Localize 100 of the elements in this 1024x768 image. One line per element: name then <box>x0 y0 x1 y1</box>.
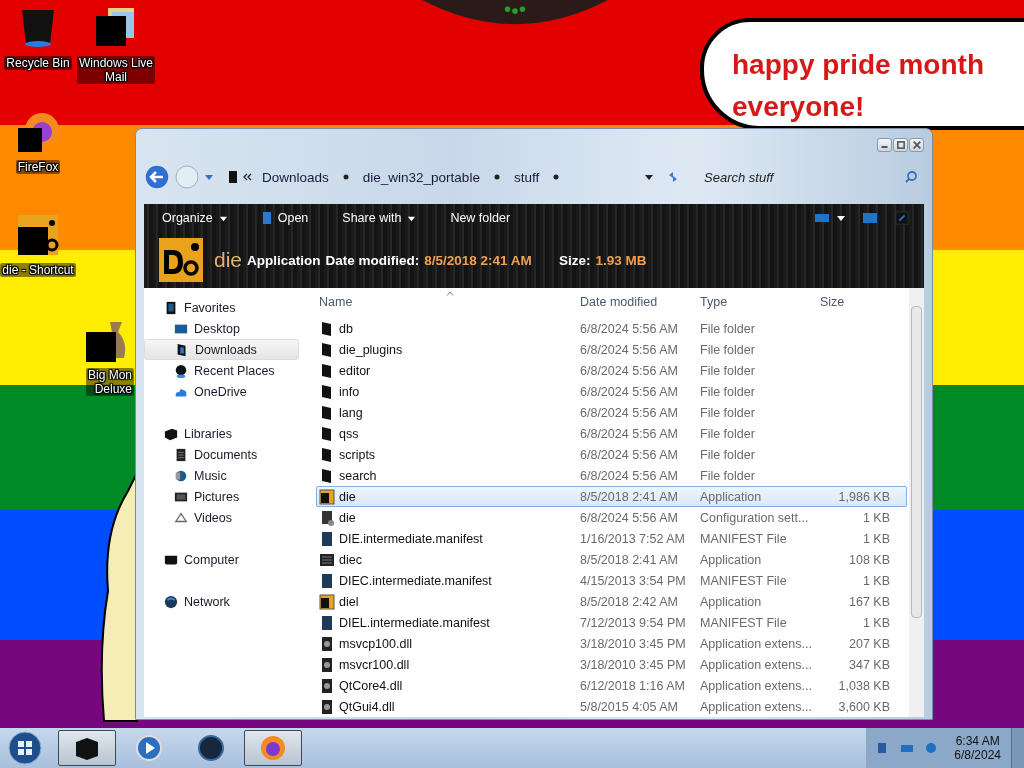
file-name: lang <box>339 405 364 420</box>
toolbar-button[interactable]: Share with <box>334 206 425 230</box>
close-button[interactable] <box>909 138 924 152</box>
icon-label[interactable]: Recycle Bin <box>4 56 72 70</box>
nav-item[interactable]: Computer <box>144 549 299 570</box>
toolbar-button[interactable]: New folder <box>442 206 519 230</box>
file-row[interactable]: msvcr100.dll 3/18/2010 3:45 PM Application extens... 347 KB <box>316 654 907 675</box>
help-icon[interactable] <box>894 211 910 225</box>
recent-icon <box>174 363 188 378</box>
column-header[interactable]: Name <box>319 294 580 309</box>
file-row[interactable]: msvcp100.dll 3/18/2010 3:45 PM Application extens... 207 KB <box>316 633 907 654</box>
file-name: scripts <box>339 447 377 462</box>
search-field[interactable]: Search stuff <box>702 168 904 186</box>
date-cell-text: 6/8/2024 5:56 AM <box>580 321 679 336</box>
die-logo-icon[interactable] <box>16 213 60 257</box>
file-row[interactable]: QtCore4.dll 6/12/2018 1:16 AM Application extens... 1,038 KB <box>316 675 907 696</box>
column-header[interactable]: Type <box>700 294 820 309</box>
preview-pane-icon[interactable] <box>862 211 878 225</box>
column-header[interactable]: Size <box>820 294 890 309</box>
maximize-button[interactable] <box>893 138 908 152</box>
date-cell-text: 6/8/2024 5:56 AM <box>580 363 679 378</box>
file-row[interactable]: diec 8/5/2018 2:41 AM Application 108 KB <box>316 549 907 570</box>
type-cell-text: MANIFEST File <box>700 573 788 588</box>
nav-item[interactable]: Libraries <box>144 423 299 444</box>
nav-item[interactable]: Videos <box>144 507 299 528</box>
start-button[interactable] <box>8 731 42 765</box>
file-name: DIEC.intermediate.manifest <box>339 573 493 588</box>
firefox-icon[interactable] <box>16 110 60 154</box>
file-row[interactable]: scripts 6/8/2024 5:56 AM File folder <box>316 444 907 465</box>
file-name: DIEL.intermediate.manifest <box>339 615 491 630</box>
file-row[interactable]: info 6/8/2024 5:56 AM File folder <box>316 381 907 402</box>
die-logo-icon <box>159 238 203 282</box>
date-cell-text: 6/8/2024 5:56 AM <box>580 384 679 399</box>
nav-item[interactable]: Documents <box>144 444 299 465</box>
file-row[interactable]: editor 6/8/2024 5:56 AM File folder <box>316 360 907 381</box>
type-cell-text: MANIFEST File <box>700 615 788 630</box>
nav-item[interactable]: Music <box>144 465 299 486</box>
scrollbar[interactable] <box>909 288 924 717</box>
icon-label[interactable]: Windows Live Mail <box>77 56 155 84</box>
firefox-icon <box>259 734 287 762</box>
nav-item[interactable]: OneDrive <box>144 381 299 402</box>
minimize-button[interactable] <box>877 138 892 152</box>
settings-file-icon <box>319 509 335 526</box>
view-icon[interactable] <box>814 211 830 225</box>
breadcrumb[interactable]: die_win32_portable <box>356 169 486 185</box>
taskbar-button[interactable] <box>58 730 116 766</box>
file-type: Application <box>247 252 321 268</box>
nav-item[interactable]: Desktop <box>144 318 299 339</box>
file-row[interactable]: lang 6/8/2024 5:56 AM File folder <box>316 402 907 423</box>
dll-file-icon <box>319 635 335 652</box>
date-cell-text: 8/5/2018 2:42 AM <box>580 594 679 609</box>
nav-item[interactable]: Downloads <box>144 339 299 360</box>
caret-icon[interactable] <box>836 213 846 223</box>
file-name: DIE.intermediate.manifest <box>339 531 484 546</box>
die-logo-icon <box>319 593 335 610</box>
nav-item[interactable]: Network <box>144 591 299 612</box>
date-cell-text: 3/18/2010 3:45 PM <box>580 657 687 672</box>
scroll-thumb[interactable] <box>911 306 922 618</box>
type-cell-text: File folder <box>700 321 756 336</box>
icon-label[interactable]: die - Shortcut <box>0 263 76 277</box>
toolbar-button[interactable]: Open <box>253 206 317 230</box>
clock[interactable]: 6:34 AM 6/8/2024 <box>954 734 1001 762</box>
library-icon <box>164 426 178 441</box>
file-row[interactable]: DIE.intermediate.manifest 1/16/2013 7:52 AM MANIFEST File 1 KB <box>316 528 907 549</box>
size-cell-text: 1 KB <box>861 573 890 588</box>
taskbar-button[interactable] <box>244 730 302 766</box>
size-cell-text: 1,986 KB <box>837 489 890 504</box>
toolbar-button[interactable]: Organize <box>154 206 236 230</box>
caret-icon[interactable] <box>644 172 654 182</box>
file-row[interactable]: DIEC.intermediate.manifest 4/15/2013 3:54 PM MANIFEST File 1 KB <box>316 570 907 591</box>
dll-file-icon <box>319 656 335 673</box>
bubble-text: happy pride month everyone! <box>732 48 985 124</box>
file-row[interactable]: die 6/8/2024 5:56 AM Configuration sett... 1 KB <box>316 507 907 528</box>
file-row[interactable]: qss 6/8/2024 5:56 AM File folder <box>316 423 907 444</box>
nav-item[interactable]: Recent Places <box>144 360 299 381</box>
nav-item[interactable]: Favorites <box>144 297 299 318</box>
date-cell-text: 7/12/2013 9:54 PM <box>580 615 687 630</box>
file-row[interactable]: QtGui4.dll 5/8/2015 4:05 AM Application extens... 3,600 KB <box>316 696 907 717</box>
search-icon[interactable] <box>904 170 918 184</box>
document-icon <box>319 572 335 589</box>
breadcrumb[interactable]: stuff <box>507 169 546 185</box>
back-button[interactable] <box>144 164 170 190</box>
file-row[interactable]: die_plugins 6/8/2024 5:56 AM File folder <box>316 339 907 360</box>
file-row[interactable]: diel 8/5/2018 2:42 AM Application 167 KB <box>316 591 907 612</box>
file-row[interactable]: die 8/5/2018 2:41 AM Application 1,986 KB <box>316 486 907 507</box>
file-name: die_plugins <box>339 342 404 357</box>
file-name: diec <box>339 552 363 567</box>
icon-label[interactable]: Big Mon Deluxe <box>85 368 134 396</box>
file-row[interactable]: DIEL.intermediate.manifest 7/12/2013 9:54 PM MANIFEST File 1 KB <box>316 612 907 633</box>
file-row[interactable]: db 6/8/2024 5:56 AM File folder <box>316 318 907 339</box>
nav-item[interactable]: Pictures <box>144 486 299 507</box>
clock-time: 6:34 AM <box>955 734 1000 748</box>
overflow-chevron-icon[interactable] <box>242 172 252 182</box>
file-row[interactable]: search 6/8/2024 5:56 AM File folder <box>316 465 907 486</box>
icon-label[interactable]: FireFox <box>15 160 61 174</box>
column-header[interactable]: Date modified <box>580 294 700 309</box>
size-label: Size: <box>558 252 591 268</box>
file-name: diel <box>339 594 360 609</box>
breadcrumb[interactable]: Downloads <box>256 169 335 185</box>
date-cell-text: 6/8/2024 5:56 AM <box>580 405 679 420</box>
